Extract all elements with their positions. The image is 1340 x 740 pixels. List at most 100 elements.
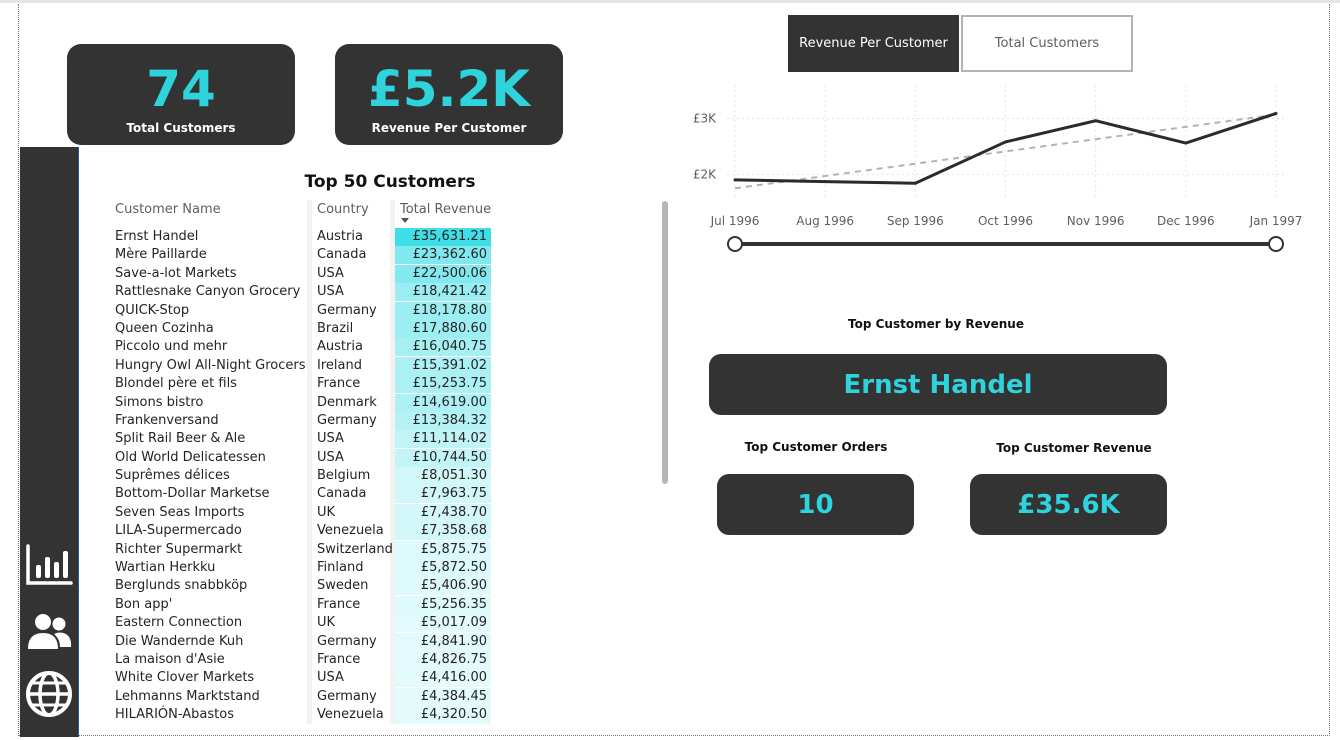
revenue-cell-value: £7,438.70: [420, 504, 487, 520]
revenue-cell-value: £18,178.80: [412, 302, 487, 318]
revenue-cell-value: £4,841.90: [420, 633, 487, 649]
table-row[interactable]: Richter Supermarkt Switzerland £5,875.75: [113, 540, 493, 559]
x-tick-label: Dec 1996: [1157, 214, 1215, 228]
table-row[interactable]: HILARIÓN-Abastos Venezuela £4,320.50: [113, 706, 493, 725]
table-row[interactable]: Bottom-Dollar Marketse Canada £7,963.75: [113, 485, 493, 504]
top-customer-orders-card[interactable]: 10: [717, 474, 914, 535]
customer-name-cell: Wartian Herkku: [115, 560, 216, 576]
table-row[interactable]: Berglunds snabbköp Sweden £5,406.90: [113, 577, 493, 596]
x-tick-label: Aug 1996: [796, 214, 854, 228]
table-row[interactable]: QUICK-Stop Germany £18,178.80: [113, 301, 493, 320]
users-icon[interactable]: [24, 609, 74, 659]
table-row[interactable]: Ernst Handel Austria £35,631.21: [113, 228, 493, 246]
revenue-cell: £4,320.50: [395, 706, 491, 725]
globe-icon[interactable]: [24, 669, 74, 719]
top-customer-name: Ernst Handel: [843, 369, 1033, 400]
top-customer-revenue-value: £35.6K: [1017, 489, 1120, 520]
table-row[interactable]: Queen Cozinha Brazil £17,880.60: [113, 319, 493, 338]
revenue-per-customer-card[interactable]: £5.2K Revenue Per Customer: [335, 44, 563, 145]
revenue-cell-value: £7,963.75: [420, 486, 487, 502]
table-row[interactable]: Frankenversand Germany £13,384.32: [113, 411, 493, 430]
table-row[interactable]: White Clover Markets USA £4,416.00: [113, 669, 493, 688]
table-title: Top 50 Customers: [304, 172, 476, 192]
revenue-cell: £22,500.06: [395, 264, 491, 283]
range-slider-start-handle[interactable]: [727, 236, 743, 252]
table-row[interactable]: Eastern Connection UK £5,017.09: [113, 614, 493, 633]
revenue-cell-value: £14,619.00: [412, 394, 487, 410]
data-point: [1004, 140, 1007, 144]
table-row[interactable]: Split Rail Beer & Ale USA £11,114.02: [113, 430, 493, 449]
revenue-cell-value: £4,416.00: [420, 670, 487, 686]
country-cell: USA: [317, 265, 344, 281]
revenue-per-customer-toggle[interactable]: Revenue Per Customer: [788, 15, 959, 72]
table-row[interactable]: Hungry Owl All-Night Grocers Ireland £15,3…: [113, 356, 493, 375]
sort-descending-icon[interactable]: [401, 218, 409, 223]
country-cell: France: [317, 376, 361, 392]
revenue-cell: £13,384.32: [395, 411, 491, 430]
country-cell: Ireland: [317, 357, 362, 373]
revenue-per-customer-value: £5.2K: [367, 60, 531, 118]
revenue-per-customer-label: Revenue Per Customer: [371, 121, 527, 135]
table-row[interactable]: Seven Seas Imports UK £7,438.70: [113, 503, 493, 522]
country-cell: USA: [317, 670, 344, 686]
country-cell: Venezuela: [317, 707, 384, 723]
revenue-cell-value: £13,384.32: [412, 412, 487, 428]
country-cell: Austria: [317, 229, 363, 244]
table-row[interactable]: Piccolo und mehr Austria £16,040.75: [113, 338, 493, 357]
table-row[interactable]: Mère Paillarde Canada £23,362.60: [113, 246, 493, 265]
revenue-cell-value: £18,421.42: [412, 284, 487, 300]
country-cell: Brazil: [317, 320, 354, 336]
revenue-cell: £17,880.60: [395, 319, 491, 338]
customer-name-cell: Richter Supermarkt: [115, 541, 243, 557]
total-customers-card[interactable]: 74 Total Customers: [67, 44, 295, 145]
revenue-trend-chart: £2K £3K Jul 1996 Aug 1996 Sep 1996 Oct 1996 No…: [690, 80, 1310, 270]
revenue-cell-value: £4,384.45: [420, 688, 487, 704]
country-cell: Germany: [317, 412, 377, 428]
revenue-cell-value: £5,256.35: [420, 596, 487, 612]
table-row[interactable]: Old World Delicatessen USA £10,744.50: [113, 448, 493, 467]
y-tick-label: £2K: [693, 167, 717, 181]
revenue-cell-value: £5,875.75: [420, 541, 487, 557]
customer-name-cell: White Clover Markets: [115, 670, 255, 686]
total-customers-toggle[interactable]: Total Customers: [961, 15, 1133, 72]
table-row[interactable]: LILA-Supermercado Venezuela £7,358.68: [113, 522, 493, 541]
customer-name-cell: Berglunds snabbköp: [115, 578, 248, 594]
table-row[interactable]: Suprêmes délices Belgium £8,051.30: [113, 467, 493, 486]
country-cell: Sweden: [317, 578, 369, 594]
bar-chart-icon[interactable]: [24, 543, 74, 593]
table-row[interactable]: Simons bistro Denmark £14,619.00: [113, 393, 493, 412]
revenue-cell: £14,619.00: [395, 393, 491, 412]
revenue-cell: £4,384.45: [395, 687, 491, 706]
customer-name-cell: Die Wandernde Kuh: [115, 633, 244, 649]
revenue-cell-value: £8,051.30: [420, 468, 487, 484]
revenue-cell: £15,253.75: [395, 375, 491, 394]
customer-name-cell: Piccolo und mehr: [115, 339, 228, 355]
top-customer-orders-value: 10: [797, 489, 834, 520]
table-row[interactable]: Save-a-lot Markets USA £22,500.06: [113, 264, 493, 283]
table-row[interactable]: La maison d'Asie France £4,826.75: [113, 650, 493, 669]
top-customer-revenue-card[interactable]: £35.6K: [970, 474, 1167, 535]
column-header-total-revenue[interactable]: Total Revenue: [400, 202, 491, 217]
customer-name-cell: La maison d'Asie: [115, 651, 225, 667]
x-tick-label: Nov 1996: [1067, 214, 1125, 228]
revenue-cell-value: £35,631.21: [412, 229, 487, 244]
table-row[interactable]: Blondel père et fils France £15,253.75: [113, 375, 493, 394]
table-row[interactable]: Wartian Herkku Finland £5,872.50: [113, 559, 493, 578]
y-tick-label: £3K: [693, 111, 717, 125]
column-header-country[interactable]: Country: [317, 202, 369, 217]
country-cell: Germany: [317, 688, 377, 704]
country-cell: France: [317, 651, 361, 667]
customer-name-cell: Split Rail Beer & Ale: [115, 431, 246, 447]
table-row[interactable]: Lehmanns Marktstand Germany £4,384.45: [113, 687, 493, 706]
table-row[interactable]: Bon app' France £5,256.35: [113, 595, 493, 614]
revenue-cell: £7,963.75: [395, 485, 491, 504]
top-customer-name-card[interactable]: Ernst Handel: [709, 354, 1167, 415]
range-slider-end-handle[interactable]: [1268, 236, 1284, 252]
revenue-trend-chart-svg: £2K £3K Jul 1996 Aug 1996 Sep 1996 Oct 1996 No…: [693, 85, 1303, 252]
table-scrollbar[interactable]: [662, 201, 668, 484]
table-row[interactable]: Rattlesnake Canyon Grocery USA £18,421.42: [113, 283, 493, 302]
customer-name-cell: LILA-Supermercado: [115, 523, 242, 539]
column-header-customer-name[interactable]: Customer Name: [115, 202, 221, 217]
x-tick-label: Jan 1997: [1249, 214, 1303, 228]
table-row[interactable]: Die Wandernde Kuh Germany £4,841.90: [113, 632, 493, 651]
